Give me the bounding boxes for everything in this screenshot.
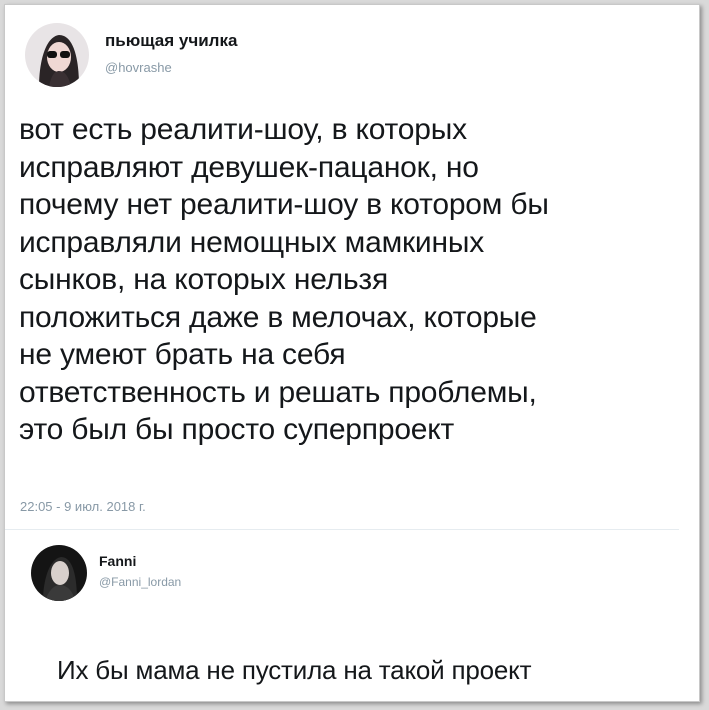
reply-text: Их бы мама не пустила на такой проект <box>57 655 532 685</box>
tweet-text: вот есть реалити-шоу, в которых исправля… <box>19 113 549 446</box>
reply-author-handle[interactable]: @Fanni_lordan <box>99 575 181 589</box>
divider <box>5 529 679 530</box>
screenshot-frame: пьющая училка @hovrashe вот есть реалити… <box>4 4 700 702</box>
reply-author-avatar[interactable] <box>31 545 87 601</box>
tweet-timestamp[interactable]: 22:05 - 9 июл. 2018 г. <box>20 499 146 514</box>
tweet-author-avatar[interactable] <box>25 23 89 87</box>
tweet-author-name[interactable]: пьющая училка <box>105 31 237 51</box>
tweet-author-handle[interactable]: @hovrashe <box>105 60 172 75</box>
reply-author-name[interactable]: Fanni <box>99 553 136 569</box>
